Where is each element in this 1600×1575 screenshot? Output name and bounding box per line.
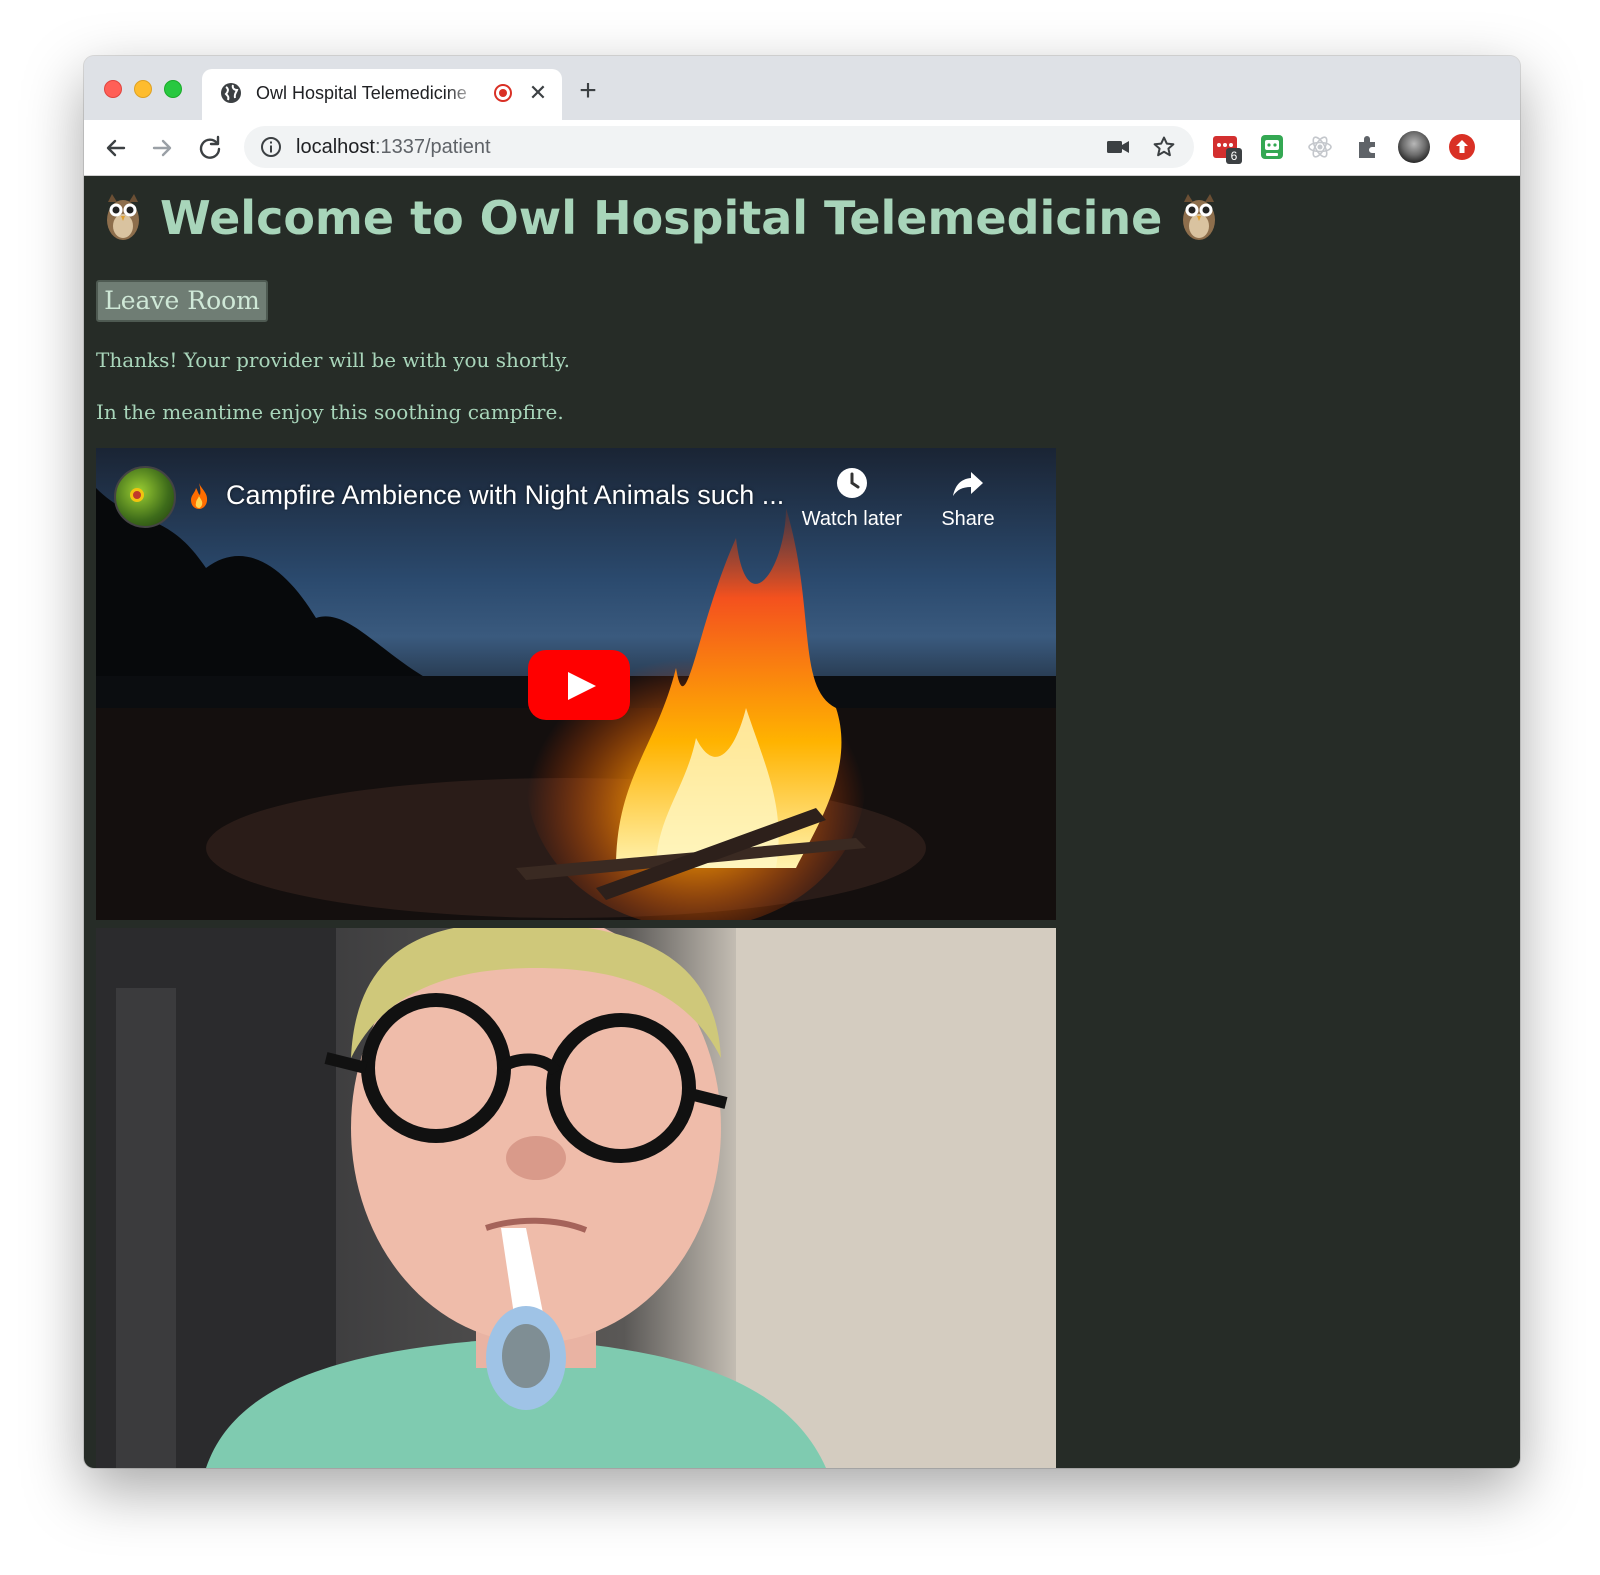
leave-room-button[interactable]: Leave Room <box>96 280 268 322</box>
camera-in-use-icon[interactable] <box>1106 137 1130 157</box>
back-arrow-icon[interactable] <box>100 132 132 164</box>
forward-arrow-icon[interactable] <box>146 132 178 164</box>
info-icon[interactable] <box>260 136 282 158</box>
browser-toolbar: localhost:1337/patient 6 <box>84 120 1520 176</box>
profile-avatar[interactable] <box>1398 131 1430 163</box>
extension-badge: 6 <box>1226 148 1242 164</box>
channel-logo-eye <box>130 488 144 502</box>
youtube-embed[interactable]: Campfire Ambience with Night Animals suc… <box>96 448 1056 920</box>
share-arrow-icon <box>953 472 983 496</box>
tab-strip: Owl Hospital Telemedicine ✕ + <box>84 56 1520 120</box>
clock-icon <box>837 468 867 498</box>
owl-icon <box>1183 194 1216 240</box>
tab-close-button[interactable]: ✕ <box>524 79 552 107</box>
browser-window: Owl Hospital Telemedicine ✕ + localhost:… <box>84 56 1520 1468</box>
tab-title: Owl Hospital Telemedicine <box>256 83 467 103</box>
play-button[interactable] <box>528 650 630 720</box>
waiting-message: Thanks! Your provider will be with you s… <box>96 348 570 372</box>
share-label: Share <box>941 508 995 530</box>
url-path: :1337/patient <box>374 136 491 158</box>
extensions-puzzle-icon[interactable] <box>1354 133 1382 161</box>
patient-video-feed <box>96 928 1056 1468</box>
new-tab-button[interactable]: + <box>572 76 604 108</box>
watch-later-label: Watch later <box>801 508 903 530</box>
page-content: Welcome to Owl Hospital Telemedicine Lea… <box>84 176 1520 1468</box>
campfire-message: In the meantime enjoy this soothing camp… <box>96 400 564 424</box>
share-button[interactable]: Share <box>908 466 1028 531</box>
globe-icon <box>221 83 241 103</box>
recording-icon <box>494 84 512 102</box>
url-host: localhost <box>296 136 375 158</box>
video-title[interactable]: Campfire Ambience with Night Animals suc… <box>226 480 786 511</box>
address-bar[interactable]: localhost:1337/patient <box>244 126 1194 168</box>
calendar-extension-icon[interactable]: 6 <box>1212 133 1242 164</box>
update-arrow-icon[interactable] <box>1448 133 1476 161</box>
tab-active[interactable]: Owl Hospital Telemedicine ✕ <box>202 69 562 120</box>
channel-avatar[interactable] <box>114 466 176 528</box>
fire-emoji-icon <box>191 483 208 509</box>
close-window-button[interactable] <box>104 80 122 98</box>
url-text: localhost:1337/patient <box>296 136 491 159</box>
bookmark-star-icon[interactable] <box>1152 135 1176 159</box>
webcam-video <box>96 928 1056 1468</box>
react-devtools-icon[interactable] <box>1306 133 1334 161</box>
watch-later-button[interactable]: Watch later <box>792 466 912 531</box>
robot-extension-icon[interactable] <box>1258 133 1286 161</box>
page-heading: Welcome to Owl Hospital Telemedicine <box>102 186 1220 250</box>
owl-icon <box>107 194 139 240</box>
reload-icon[interactable] <box>194 132 226 164</box>
maximize-window-button[interactable] <box>164 80 182 98</box>
minimize-window-button[interactable] <box>134 80 152 98</box>
heading-text: Welcome to Owl Hospital Telemedicine <box>160 191 1163 245</box>
